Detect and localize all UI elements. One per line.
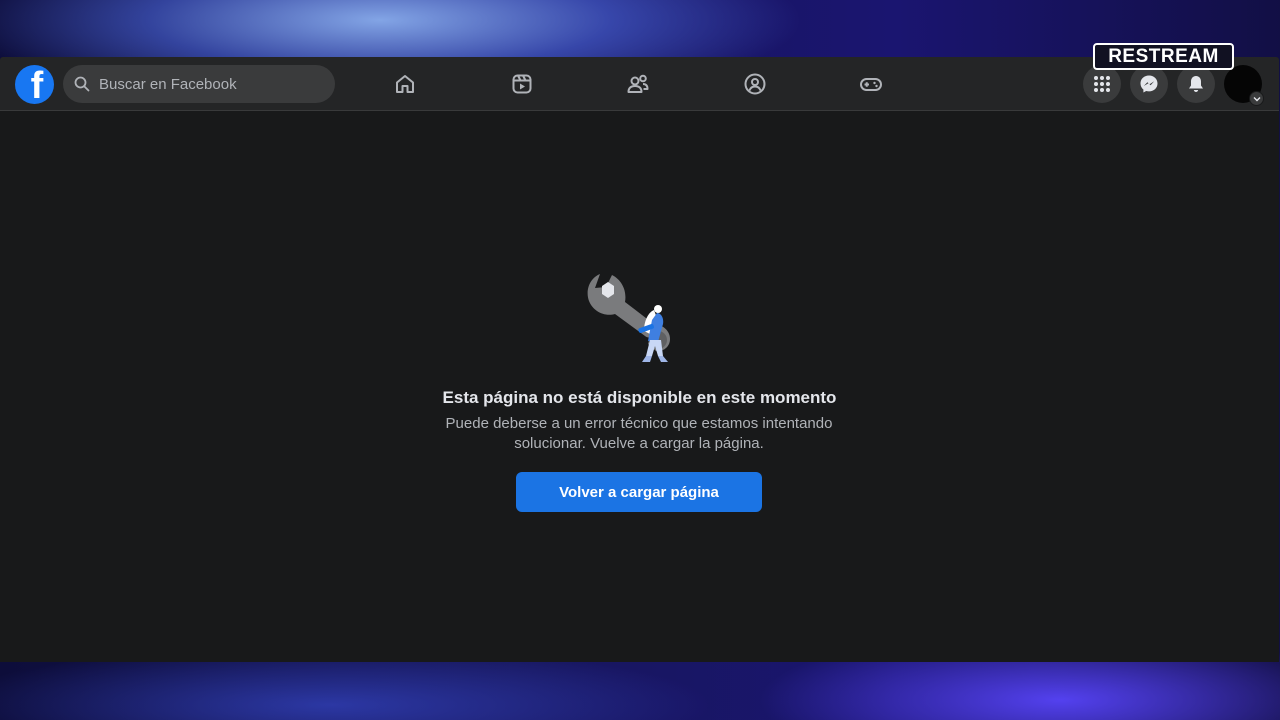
nav-home[interactable] (388, 67, 422, 101)
gaming-icon (860, 78, 882, 91)
messenger-icon (1140, 75, 1158, 93)
messenger-button[interactable] (1130, 65, 1168, 103)
chevron-down-icon (1253, 96, 1260, 101)
bell-icon (1189, 76, 1203, 92)
error-description: Puede deberse a un error técnico que est… (445, 415, 833, 452)
groups-icon (744, 73, 766, 95)
nav-gaming[interactable] (854, 67, 888, 101)
nav-video[interactable] (505, 67, 539, 101)
top-navigation-bar: f (0, 57, 1279, 111)
restream-watermark: RESTREAM (1093, 43, 1234, 70)
account-chevron[interactable] (1249, 91, 1264, 106)
reload-page-button[interactable]: Volver a cargar página (516, 472, 762, 512)
friends-icon (627, 74, 649, 93)
home-icon (396, 75, 414, 93)
error-title: Esta página no está disponible en este m… (442, 388, 837, 407)
menu-grid-icon (1094, 76, 1110, 92)
video-icon (512, 74, 532, 94)
notifications-button[interactable] (1177, 65, 1215, 103)
nav-groups[interactable] (738, 67, 772, 101)
menu-button[interactable] (1083, 65, 1121, 103)
wrench-illustration (587, 274, 670, 362)
nav-friends[interactable] (621, 67, 655, 101)
